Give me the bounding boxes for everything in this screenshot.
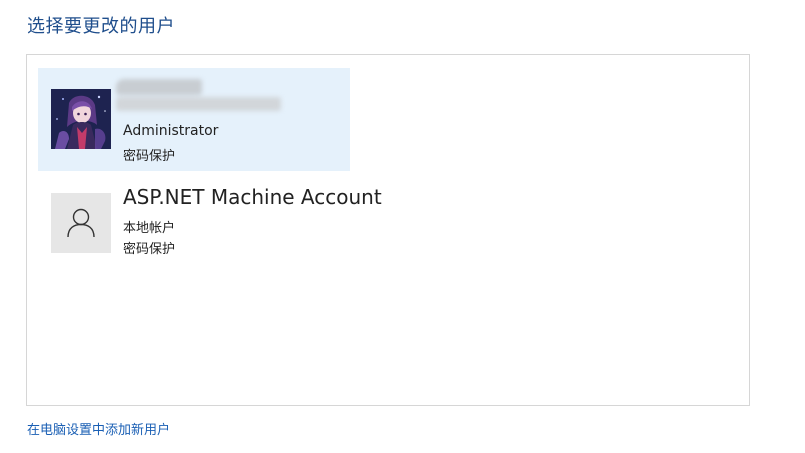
user-list-panel: Administrator 密码保护 ASP.NET Machine Accou… [26, 54, 750, 406]
user-item-administrator[interactable]: Administrator 密码保护 [38, 68, 350, 171]
add-new-user-link[interactable]: 在电脑设置中添加新用户 [27, 419, 170, 438]
user-account-type: 本地帐户 [123, 221, 176, 236]
user-item-aspnet-machine-account[interactable]: ASP.NET Machine Account 本地帐户 密码保护 [38, 179, 382, 263]
user-avatar-photo [51, 89, 111, 149]
page-title: 选择要更改的用户 [27, 16, 175, 37]
generic-person-icon [67, 208, 95, 238]
user-accounts-page: 选择要更改的用户 Administrator 密码保护 ASP.NET Mach… [0, 0, 805, 453]
user-name: ASP.NET Machine Account [123, 185, 382, 209]
obscured-user-name [116, 79, 281, 115]
anime-character-avatar-icon [51, 89, 111, 149]
user-account-type: Administrator [123, 123, 219, 139]
user-password-status: 密码保护 [123, 242, 176, 257]
user-avatar-generic [51, 193, 111, 253]
user-password-status: 密码保护 [123, 149, 176, 164]
